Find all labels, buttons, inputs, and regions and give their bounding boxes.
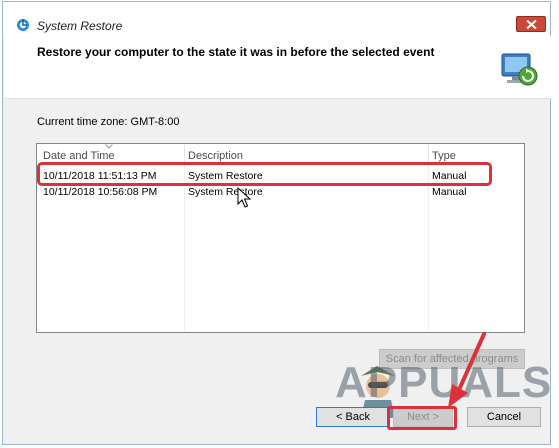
mouse-cursor-icon — [237, 187, 251, 208]
wizard-header: Restore your computer to the state it wa… — [4, 36, 551, 99]
sort-arrow-icon — [105, 144, 113, 149]
system-restore-icon — [501, 53, 538, 86]
close-button[interactable] — [516, 16, 546, 32]
window-title: System Restore — [37, 19, 123, 33]
column-header-date[interactable]: Date and Time — [43, 150, 115, 162]
system-restore-icon — [17, 19, 29, 31]
timezone-label: Current time zone: GMT-8:00 — [37, 116, 180, 128]
row-description: System Restore — [188, 186, 263, 198]
table-row[interactable]: 10/11/2018 10:56:08 PM System Restore Ma… — [38, 184, 524, 200]
page-heading: Restore your computer to the state it wa… — [37, 45, 435, 59]
selected-row-highlight — [37, 162, 492, 186]
close-icon[interactable] — [526, 20, 537, 29]
row-date: 10/11/2018 10:56:08 PM — [43, 186, 158, 198]
column-header-type[interactable]: Type — [432, 150, 456, 162]
row-type: Manual — [432, 186, 467, 198]
back-button[interactable]: < Back — [316, 407, 390, 427]
red-arrow-icon — [448, 332, 486, 408]
title-bar: System Restore — [3, 2, 550, 36]
column-header-description[interactable]: Description — [188, 150, 243, 162]
